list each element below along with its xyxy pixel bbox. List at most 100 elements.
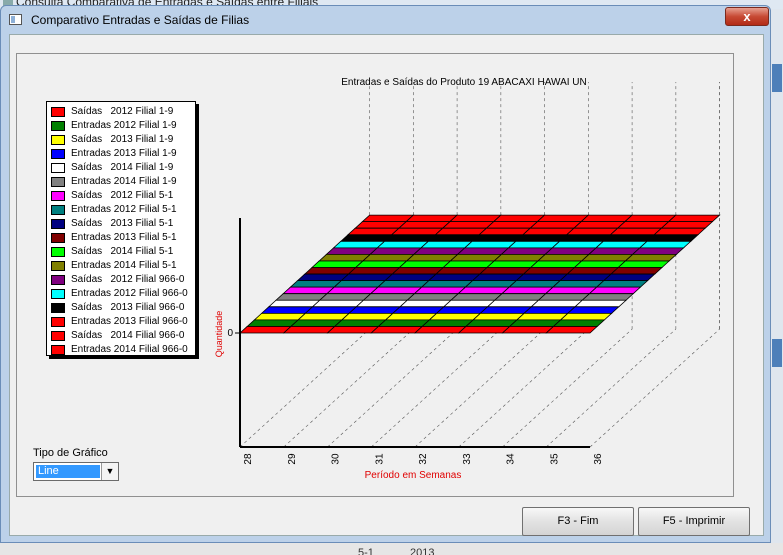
series-segment [602, 273, 656, 282]
x-tick-label: 33 [462, 453, 473, 465]
x-tick-label: 32 [418, 453, 429, 465]
series-segment [274, 293, 328, 301]
legend-swatch [51, 149, 65, 159]
series-segment [413, 286, 467, 295]
series-segment [631, 247, 685, 255]
legend-label: Entradas 2013 Filial 966-0 [71, 316, 188, 327]
series-segment [463, 240, 517, 249]
series-segment [427, 273, 481, 282]
legend-swatch [51, 205, 65, 215]
series-segment [507, 240, 561, 249]
series-segment [310, 260, 364, 268]
fim-button[interactable]: F3 - Fim [522, 507, 634, 536]
series-segment [500, 286, 554, 295]
series-segment [246, 319, 300, 327]
series-segment [573, 260, 627, 268]
series-segment [420, 280, 474, 288]
series-segment [638, 240, 692, 249]
legend-label: Entradas 2013 Filial 1-9 [71, 148, 177, 159]
series-segment [492, 214, 546, 223]
legend-label: Saídas 2012 Filial 1-9 [71, 106, 174, 117]
legend-swatch [51, 135, 65, 145]
series-segment [354, 260, 408, 268]
series-segment [529, 260, 583, 268]
imprimir-button[interactable]: F5 - Imprimir [638, 507, 750, 536]
series-segment [405, 214, 459, 223]
series-segment [369, 247, 423, 255]
tipo-grafico-select[interactable]: Line ▼ [33, 462, 119, 481]
legend-swatch [51, 107, 65, 117]
y-tick-label: 0 [227, 328, 233, 339]
legend-swatch [51, 275, 65, 285]
x-tick-label: 28 [243, 453, 254, 465]
series-segment [565, 227, 619, 236]
legend-swatch [51, 191, 65, 201]
grid-line [414, 328, 545, 448]
series-segment [508, 280, 562, 288]
series-segment [485, 260, 539, 268]
legend-label: Saídas 2014 Filial 966-0 [71, 330, 185, 341]
series-segment [383, 234, 437, 242]
grid-line [327, 328, 458, 448]
legend-label: Saídas 2014 Filial 5-1 [71, 246, 174, 257]
series-segment [544, 286, 598, 295]
series-segment [369, 286, 423, 295]
series-segment [595, 240, 649, 249]
chevron-down-icon[interactable]: ▼ [101, 463, 118, 480]
series-segment [289, 280, 343, 288]
series-segment [544, 247, 598, 255]
series-segment [297, 312, 351, 321]
series-segment [610, 267, 664, 275]
series-segment [501, 326, 555, 334]
series-segment [282, 326, 336, 334]
series-segment [427, 234, 481, 242]
series-segment [464, 280, 518, 288]
series-segment [559, 312, 613, 321]
legend-swatch [51, 177, 65, 187]
series-segment [478, 267, 532, 275]
series-segment [282, 286, 336, 295]
legend-swatch [51, 219, 65, 229]
legend-swatch [51, 317, 65, 327]
series-segment [355, 299, 409, 308]
series-segment [478, 227, 532, 236]
series-segment [448, 214, 502, 223]
chart-title: Entradas e Saídas do Produto 19 ABACAXI … [341, 77, 587, 88]
series-segment [267, 299, 321, 308]
series-segment [602, 234, 656, 242]
series-segment [391, 306, 445, 314]
series-segment [471, 273, 525, 282]
legend-swatch [51, 247, 65, 257]
x-tick-label: 36 [593, 453, 604, 465]
series-segment [457, 286, 511, 295]
series-segment [420, 240, 474, 249]
series-segment [412, 247, 466, 255]
series-segment [580, 253, 634, 262]
legend-label: Entradas 2012 Filial 966-0 [71, 288, 188, 299]
legend-swatch [51, 163, 65, 173]
series-segment [559, 273, 613, 282]
series-segment [609, 227, 663, 236]
legend-label: Saídas 2012 Filial 5-1 [71, 190, 174, 201]
series-segment [574, 299, 628, 308]
series-segment [552, 319, 606, 327]
x-tick-label: 31 [374, 453, 385, 465]
series-segment [493, 293, 547, 301]
series-segment [397, 221, 451, 229]
series-segment [238, 326, 292, 334]
series-segment [398, 260, 452, 268]
series-segment [521, 227, 575, 236]
series-segment [464, 319, 518, 327]
x-ticks: 28 29 30 31 32 33 34 35 36 [243, 453, 604, 465]
series-segment [289, 319, 343, 327]
grid-line [458, 328, 589, 448]
x-axis-label: Período em Semanas [365, 470, 462, 481]
series-segment [339, 234, 393, 242]
series-segment [340, 312, 394, 321]
series-segment [572, 221, 626, 229]
legend-label: Saídas 2013 Filial 966-0 [71, 302, 185, 313]
series-segment [536, 253, 590, 262]
series-segment [435, 306, 489, 314]
legend-swatch [51, 261, 65, 271]
series-segment [346, 227, 400, 236]
